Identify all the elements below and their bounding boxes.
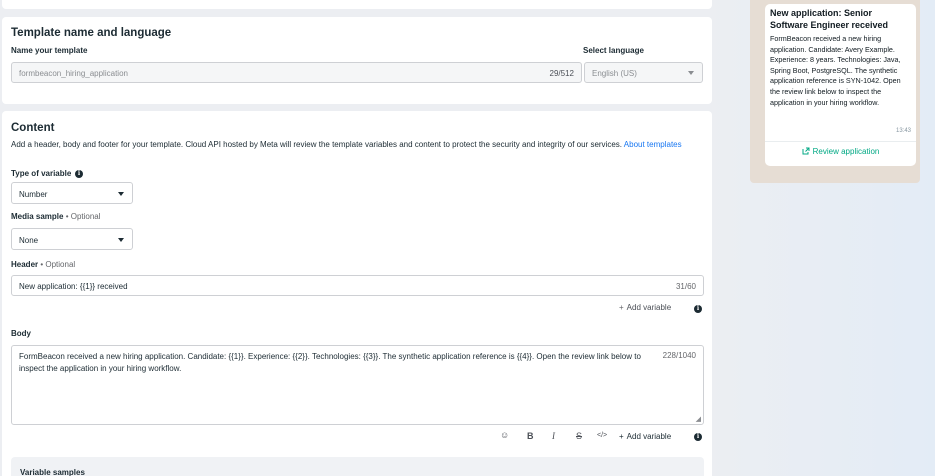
italic-icon[interactable]: I (552, 431, 555, 441)
emoji-icon[interactable]: ☺ (500, 430, 509, 440)
editor-panel: Template name and language Name your tem… (0, 0, 716, 476)
media-sample-value: None (19, 235, 39, 245)
message-bubble: New application: Senior Software Enginee… (765, 4, 916, 166)
header-add-variable-button[interactable]: + Add variable (619, 303, 671, 312)
template-name-field[interactable]: formbeacon_hiring_application 29/512 (11, 62, 582, 83)
header-value: New application: {{1}} received (19, 282, 128, 291)
content-card: Content Add a header, body and footer fo… (2, 111, 712, 476)
variable-type-label-text: Type of variable (11, 169, 72, 178)
preview-body: FormBeacon received a new hiring applica… (770, 34, 901, 107)
body-add-variable-button[interactable]: + Add variable (619, 432, 671, 441)
info-icon[interactable]: i (75, 170, 83, 178)
header-input[interactable]: New application: {{1}} received 31/60 (11, 275, 704, 296)
external-link-icon (802, 147, 810, 157)
content-title: Content (11, 122, 55, 134)
header-counter: 31/60 (675, 282, 696, 291)
chevron-down-icon (118, 191, 124, 196)
variable-type-select[interactable]: Number (11, 182, 133, 204)
variable-samples-label: Variable samples (20, 468, 85, 476)
section-title: Template name and language (11, 27, 172, 39)
strikethrough-icon[interactable]: S (576, 431, 582, 441)
chevron-down-icon (118, 237, 124, 242)
header-optional-text: • Optional (40, 260, 76, 269)
about-templates-link[interactable]: About templates (624, 140, 682, 149)
divider (765, 141, 916, 142)
header-label-text: Header (11, 260, 39, 269)
review-application-button[interactable]: Review application (765, 147, 916, 157)
add-variable-label: Add variable (626, 303, 672, 312)
bold-icon[interactable]: B (527, 431, 534, 441)
variable-type-label: Type of variable (11, 169, 71, 178)
variable-samples-section: Variable samples (11, 457, 704, 476)
template-name-card: Template name and language Name your tem… (2, 17, 712, 104)
description-text: Add a header, body and footer for your t… (11, 140, 623, 149)
body-counter: 228/1040 (662, 351, 696, 360)
media-sample-select[interactable]: None (11, 228, 133, 250)
body-value: FormBeacon received a new hiring applica… (19, 352, 641, 373)
info-icon[interactable]: i (694, 305, 702, 313)
content-description: Add a header, body and footer for your t… (11, 139, 701, 151)
body-textarea[interactable]: FormBeacon received a new hiring applica… (11, 345, 704, 425)
preview-title: New application: Senior Software Enginee… (770, 8, 889, 30)
media-optional-text: • Optional (65, 212, 101, 221)
name-label: Name your template (11, 46, 88, 55)
template-name-counter: 29/512 (549, 69, 574, 78)
language-label: Select language (583, 46, 644, 55)
top-card-strip (2, 0, 712, 9)
plus-icon: + (619, 303, 624, 312)
chevron-down-icon (688, 71, 694, 75)
body-label: Body (11, 329, 31, 338)
add-variable-label: Add variable (626, 432, 672, 441)
resize-handle-icon[interactable]: ◢ (696, 415, 701, 423)
variable-type-value: Number (19, 189, 48, 199)
media-label-text: Media sample (11, 212, 64, 221)
review-application-label: Review application (812, 147, 880, 156)
plus-icon: + (619, 432, 624, 441)
message-preview: New application: Senior Software Enginee… (750, 0, 920, 183)
code-icon[interactable]: </> (597, 432, 607, 439)
language-value: English (US) (592, 69, 637, 78)
language-select[interactable]: English (US) (584, 62, 703, 83)
media-sample-label: Media sample • Optional (11, 212, 101, 221)
info-icon[interactable]: i (694, 433, 702, 441)
preview-timestamp: 13:43 (895, 128, 911, 134)
header-label: Header • Optional (11, 260, 75, 269)
template-name-value: formbeacon_hiring_application (19, 69, 128, 78)
